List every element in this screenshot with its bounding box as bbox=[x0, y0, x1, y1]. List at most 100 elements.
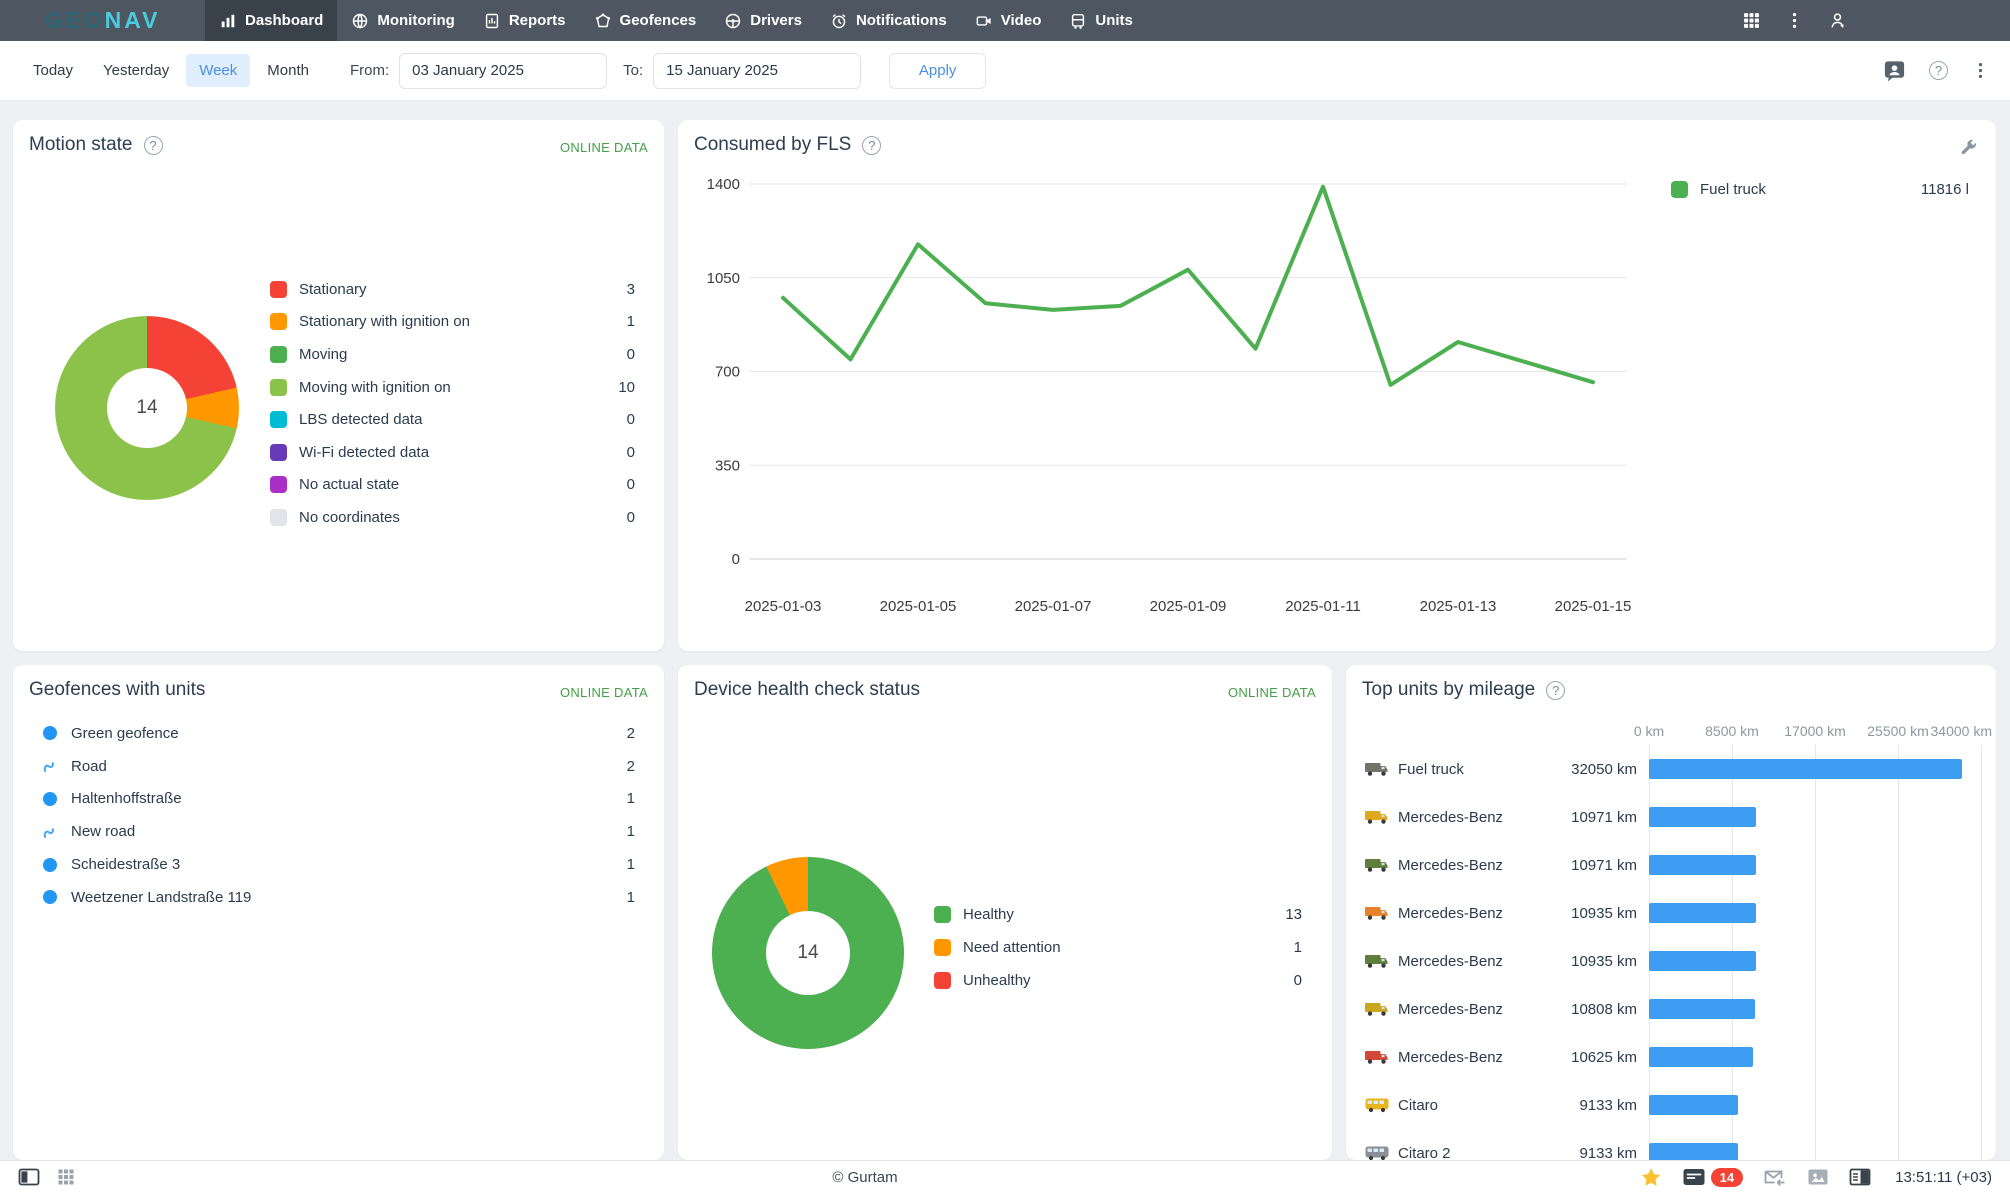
nav-item-notifications[interactable]: Notifications bbox=[816, 0, 961, 41]
nav-item-dashboard[interactable]: Dashboard bbox=[205, 0, 338, 41]
notifications-message-group[interactable]: 14 bbox=[1682, 1167, 1744, 1187]
nav-item-monitoring[interactable]: Monitoring bbox=[337, 0, 468, 41]
legend-value: 10 bbox=[618, 378, 635, 396]
geofence-name: Green geofence bbox=[71, 724, 179, 742]
mileage-bar bbox=[1649, 1143, 1739, 1160]
logo-nav: NAV bbox=[104, 7, 161, 33]
legend-value: 1 bbox=[626, 313, 635, 331]
mileage-row[interactable]: Mercedes-Benz 10935 km bbox=[1346, 889, 1996, 937]
bus-icon bbox=[1364, 1097, 1390, 1113]
nav-item-video[interactable]: Video bbox=[961, 0, 1056, 41]
mileage-row[interactable]: Fuel truck 32050 km bbox=[1346, 745, 1996, 793]
mileage-row[interactable]: Citaro 9133 km bbox=[1346, 1081, 1996, 1129]
geofences-title: Geofences with units bbox=[29, 679, 206, 700]
truck-icon bbox=[1364, 809, 1390, 825]
motion-state-panel: Motion state ? ONLINE DATA 14 Stationary… bbox=[13, 120, 664, 651]
copyright-text: © Gurtam bbox=[832, 1168, 898, 1186]
svg-text:2025-01-15: 2025-01-15 bbox=[1555, 598, 1632, 615]
truck-icon bbox=[1364, 761, 1390, 777]
preset-today[interactable]: Today bbox=[20, 54, 86, 87]
kebab-menu-icon[interactable] bbox=[1785, 11, 1804, 30]
nav-item-reports[interactable]: Reports bbox=[469, 0, 580, 41]
nav-item-label: Monitoring bbox=[377, 12, 455, 29]
app-logo[interactable]: GEO NAV bbox=[0, 0, 205, 41]
star-icon[interactable] bbox=[1640, 1167, 1662, 1187]
geofence-circle-icon bbox=[42, 889, 58, 905]
from-label: From: bbox=[349, 62, 390, 79]
geofences-list: Green geofence 2 Road 2 Haltenhoffstraße 1 New… bbox=[13, 717, 664, 914]
mileage-axis-labels: 0 km 8500 km 17000 km 25500 km 34000 km bbox=[1346, 723, 1996, 741]
legend-swatch bbox=[934, 906, 951, 923]
legend-value: 13 bbox=[1285, 906, 1302, 923]
legend-value: 0 bbox=[626, 443, 635, 461]
unit-mileage-value: 10625 km bbox=[1571, 1048, 1637, 1066]
date-presets: Today Yesterday Week Month bbox=[20, 54, 322, 87]
split-panel-icon[interactable] bbox=[1849, 1167, 1871, 1187]
mileage-row[interactable]: Mercedes-Benz 10808 km bbox=[1346, 985, 1996, 1033]
mileage-row[interactable]: Citaro 2 9133 km bbox=[1346, 1129, 1996, 1160]
help-icon[interactable]: ? bbox=[1546, 680, 1566, 700]
svg-text:2025-01-05: 2025-01-05 bbox=[880, 598, 957, 615]
from-date-input[interactable] bbox=[399, 52, 608, 89]
svg-text:700: 700 bbox=[715, 364, 740, 381]
svg-text:2025-01-09: 2025-01-09 bbox=[1150, 598, 1227, 615]
motion-state-donut-chart[interactable]: 14 bbox=[55, 316, 239, 500]
apps-grid-icon[interactable] bbox=[56, 1167, 76, 1187]
axis-tick-label: 25500 km bbox=[1867, 723, 1929, 739]
reports-icon bbox=[483, 12, 501, 30]
mileage-row-left: Fuel truck 32050 km bbox=[1346, 761, 1649, 778]
help-icon[interactable]: ? bbox=[1929, 61, 1948, 80]
preset-week[interactable]: Week bbox=[186, 54, 251, 87]
nav-item-units[interactable]: Units bbox=[1055, 0, 1147, 41]
unit-name: Mercedes-Benz bbox=[1398, 904, 1504, 922]
apply-button[interactable]: Apply bbox=[889, 52, 987, 89]
mileage-row[interactable]: Mercedes-Benz 10971 km bbox=[1346, 841, 1996, 889]
mileage-row[interactable]: Mercedes-Benz 10625 km bbox=[1346, 1033, 1996, 1081]
legend-item: No coordinates 0 bbox=[270, 501, 635, 534]
mileage-row-left: Citaro 9133 km bbox=[1346, 1097, 1649, 1114]
geofence-row[interactable]: Scheidestraße 3 1 bbox=[13, 848, 664, 881]
svg-text:2025-01-13: 2025-01-13 bbox=[1420, 598, 1497, 615]
nav-item-drivers[interactable]: Drivers bbox=[710, 0, 816, 41]
sidebar-toggle-icon[interactable] bbox=[18, 1167, 40, 1187]
panel-title: Top units by mileage ? bbox=[1362, 679, 1566, 701]
mileage-row[interactable]: Mercedes-Benz 10935 km bbox=[1346, 937, 1996, 985]
online-data-badge: ONLINE DATA bbox=[559, 140, 648, 155]
image-icon[interactable] bbox=[1807, 1167, 1829, 1187]
notification-count-badge: 14 bbox=[1710, 1167, 1744, 1187]
axis-tick-label: 0 km bbox=[1633, 723, 1665, 739]
geofence-unit-count: 1 bbox=[626, 790, 635, 808]
online-data-badge: ONLINE DATA bbox=[559, 685, 648, 700]
mileage-bar bbox=[1649, 1047, 1753, 1067]
unit-mileage-value: 9133 km bbox=[1579, 1096, 1637, 1114]
geofence-circle-icon bbox=[42, 791, 58, 807]
clock-time: 13:51:11 (+03) bbox=[1895, 1168, 1992, 1186]
preset-month[interactable]: Month bbox=[254, 54, 322, 87]
to-label: To: bbox=[623, 62, 644, 79]
monitoring-icon bbox=[351, 12, 369, 30]
geofence-row[interactable]: Haltenhoffstraße 1 bbox=[13, 783, 664, 816]
nav-item-label: Video bbox=[1000, 12, 1042, 29]
help-icon[interactable]: ? bbox=[143, 135, 163, 155]
geofence-row[interactable]: New road 1 bbox=[13, 815, 664, 848]
user-icon[interactable] bbox=[1828, 11, 1847, 30]
nav-item-geofences[interactable]: Geofences bbox=[580, 0, 711, 41]
legend-label: Unhealthy bbox=[963, 972, 1031, 989]
device-health-donut-chart[interactable]: 14 bbox=[712, 857, 904, 1049]
legend-item: Need attention 1 bbox=[934, 931, 1302, 964]
apps-grid-icon[interactable] bbox=[1742, 11, 1761, 30]
mileage-row-left: Mercedes-Benz 10935 km bbox=[1346, 905, 1649, 922]
geofence-row[interactable]: Weetzener Landstraße 119 1 bbox=[13, 881, 664, 914]
geofence-row[interactable]: Road 2 bbox=[13, 750, 664, 783]
truck-icon bbox=[1364, 1049, 1390, 1065]
kebab-menu-icon[interactable] bbox=[1971, 61, 1990, 80]
to-date-input[interactable] bbox=[653, 52, 862, 89]
unit-name: Mercedes-Benz bbox=[1398, 1000, 1504, 1018]
fls-line-chart[interactable]: 0 350 700 1050 1400 2025-01-03 2025-01-05 2025-… bbox=[678, 120, 1996, 651]
geofence-row[interactable]: Green geofence 2 bbox=[13, 717, 664, 750]
preset-yesterday[interactable]: Yesterday bbox=[90, 54, 182, 87]
mileage-row[interactable]: Mercedes-Benz 10971 km bbox=[1346, 793, 1996, 841]
mail-forward-icon[interactable] bbox=[1763, 1167, 1787, 1187]
user-chat-icon[interactable] bbox=[1883, 59, 1906, 82]
messages-icon[interactable] bbox=[1682, 1167, 1706, 1187]
